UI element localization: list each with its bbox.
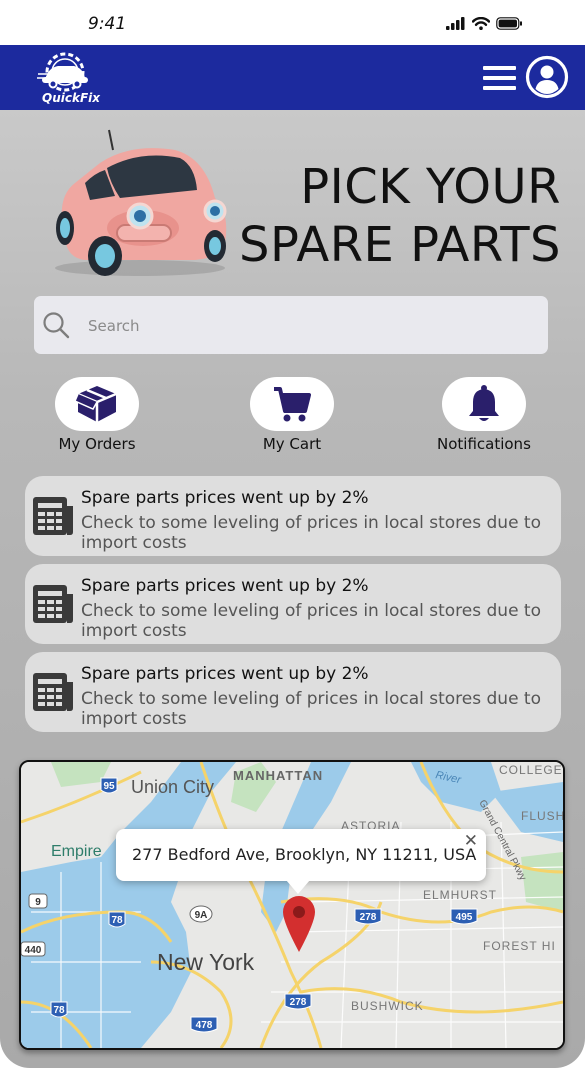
news-body: Check to some leveling of prices in loca… — [81, 689, 541, 729]
shield-440: 440 — [25, 945, 42, 956]
news-body: Check to some leveling of prices in loca… — [81, 601, 541, 641]
news-title: Spare parts prices went up by 2% — [81, 488, 369, 508]
label-new-york: New York — [157, 949, 255, 975]
label-empire: Empire — [51, 843, 102, 860]
label-elmhurst: ELMHURST — [423, 888, 497, 902]
notifications-icon-wrap — [441, 377, 526, 431]
news-card[interactable]: Spare parts prices went up by 2% Check t… — [25, 652, 561, 732]
signal-icon — [446, 17, 465, 30]
shield-78a: 78 — [111, 915, 123, 926]
address-text: 277 Bedford Ave, Brooklyn, NY 11211, USA — [132, 845, 477, 864]
profile-icon[interactable] — [525, 55, 569, 99]
newspaper-icon — [33, 673, 73, 711]
address-popup: 277 Bedford Ave, Brooklyn, NY 11211, USA… — [116, 829, 486, 894]
my-orders-label: My Orders — [58, 435, 136, 453]
box-icon — [75, 386, 117, 422]
news-body: Check to some leveling of prices in loca… — [81, 513, 541, 553]
notifications-button[interactable]: Notifications — [437, 377, 531, 453]
my-orders-button[interactable]: My Orders — [55, 377, 139, 453]
my-cart-label: My Cart — [262, 435, 322, 453]
shield-278b: 278 — [290, 997, 307, 1008]
shield-495: 495 — [456, 912, 473, 923]
news-title: Spare parts prices went up by 2% — [81, 664, 369, 684]
newspaper-icon — [33, 585, 73, 623]
logo-text: QuickFix — [42, 91, 101, 105]
hero-title-line1: PICK YOUR — [300, 159, 561, 215]
shield-95: 95 — [103, 781, 115, 792]
my-cart-button[interactable]: My Cart — [250, 377, 334, 453]
hero-title: PICK YOUR SPARE PARTS — [231, 158, 561, 274]
popup-tail — [286, 880, 310, 894]
status-time: 9:41 — [88, 14, 127, 34]
label-forest-hills: FOREST HI — [483, 939, 556, 953]
search-icon — [43, 312, 70, 339]
map-canvas[interactable]: 95 9A 78 78 278 278 495 478 9 440 Union … — [21, 762, 563, 1048]
notifications-label: Notifications — [437, 435, 531, 453]
hamburger-menu-icon[interactable] — [483, 66, 516, 92]
search-bar[interactable] — [34, 296, 548, 356]
shield-278a: 278 — [360, 912, 377, 923]
label-college: COLLEGE — [499, 763, 563, 777]
news-card[interactable]: Spare parts prices went up by 2% Check t… — [25, 476, 561, 556]
my-cart-icon-wrap — [250, 377, 334, 431]
status-icons — [446, 17, 523, 30]
bell-icon — [468, 385, 499, 421]
location-map[interactable]: 95 9A 78 78 278 278 495 478 9 440 Union … — [19, 760, 565, 1050]
my-orders-icon-wrap — [55, 377, 139, 431]
shield-78b: 78 — [53, 1005, 65, 1016]
battery-icon — [496, 17, 522, 30]
news-title: Spare parts prices went up by 2% — [81, 576, 369, 596]
shield-9: 9 — [35, 897, 41, 908]
label-flush: FLUSH — [521, 809, 563, 823]
label-bushwick: BUSHWICK — [351, 999, 424, 1013]
status-bar: 9:41 — [0, 0, 585, 45]
label-manhattan: MANHATTAN — [233, 768, 323, 783]
app-header: QuickFix — [0, 45, 585, 110]
news-card[interactable]: Spare parts prices went up by 2% Check t… — [25, 564, 561, 644]
close-icon[interactable]: ✕ — [464, 831, 478, 851]
shield-9a: 9A — [195, 910, 208, 921]
hero-title-line2: SPARE PARTS — [239, 217, 561, 273]
newspaper-icon — [33, 497, 73, 535]
car-illustration — [55, 129, 227, 276]
label-union-city: Union City — [131, 777, 214, 797]
shield-478: 478 — [196, 1020, 213, 1031]
wifi-icon — [472, 17, 490, 30]
search-input[interactable] — [86, 296, 530, 356]
cart-icon — [274, 387, 311, 422]
